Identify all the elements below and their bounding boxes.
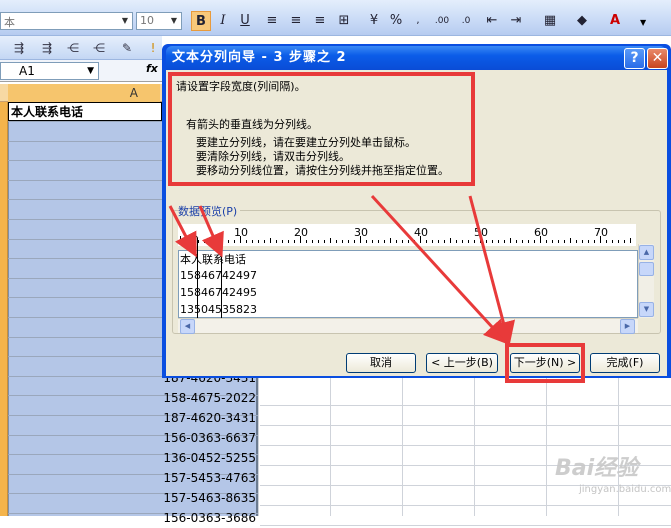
- watermark-text: Bai经验: [555, 456, 639, 481]
- annotation-arrows: [168, 194, 516, 346]
- red-arrow: [168, 205, 197, 258]
- red-arrow: [198, 205, 224, 258]
- red-arrow: [370, 194, 509, 345]
- baidu-watermark: Bai经验 jingyan.baidu.com: [515, 448, 671, 508]
- red-arrow: [468, 195, 516, 346]
- watermark-url: jingyan.baidu.com: [579, 484, 671, 495]
